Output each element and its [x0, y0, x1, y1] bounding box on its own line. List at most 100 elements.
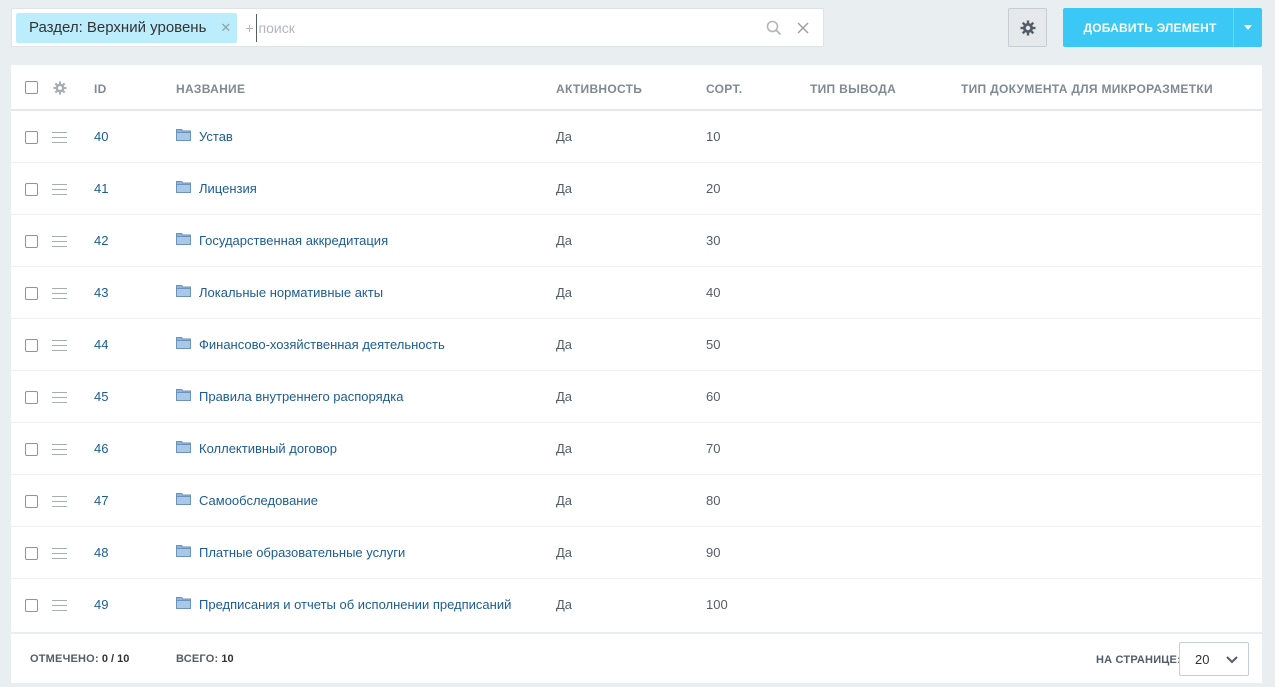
row-name-link[interactable]: Правила внутреннего распорядка	[199, 389, 403, 404]
column-header-output-type[interactable]: ТИП ВЫВОДА	[810, 82, 896, 96]
drag-handle-icon[interactable]	[52, 340, 67, 351]
column-header-doc-type[interactable]: ТИП ДОКУМЕНТА ДЛЯ МИКРОРАЗМЕТКИ	[961, 82, 1213, 96]
selected-count-label: ОТМЕЧЕНО:	[30, 653, 99, 665]
row-id-link[interactable]: 49	[94, 597, 108, 612]
total-count-value: 10	[221, 653, 234, 665]
column-header-name[interactable]: НАЗВАНИЕ	[176, 82, 245, 96]
folder-icon	[176, 441, 191, 453]
settings-button[interactable]	[1008, 8, 1047, 47]
row-id-link[interactable]: 43	[94, 285, 108, 300]
row-checkbox[interactable]	[25, 287, 38, 300]
row-sort-value: 30	[706, 233, 721, 248]
table-row[interactable]: 47 Самообследование Да 80	[11, 475, 1262, 527]
table-row[interactable]: 43 Локальные нормативные акты Да 40	[11, 267, 1262, 319]
table-row[interactable]: 48 Платные образовательные услуги Да 90	[11, 527, 1262, 579]
row-id-link[interactable]: 44	[94, 337, 108, 352]
row-id-link[interactable]: 48	[94, 545, 108, 560]
row-name-link[interactable]: Платные образовательные услуги	[199, 545, 405, 560]
drag-handle-icon[interactable]	[52, 132, 67, 143]
drag-handle-icon[interactable]	[52, 236, 67, 247]
row-name-link[interactable]: Предписания и отчеты об исполнении предп…	[199, 597, 511, 612]
caret-down-icon	[1244, 25, 1252, 30]
folder-icon	[176, 337, 191, 349]
row-name-link[interactable]: Государственная аккредитация	[199, 233, 388, 248]
filter-tag-remove-icon[interactable]: ✕	[220, 20, 231, 36]
folder-icon	[176, 233, 191, 245]
per-page-label: НА СТРАНИЦЕ:	[1096, 654, 1181, 666]
table-row[interactable]: 41 Лицензия Да 20	[11, 163, 1262, 215]
row-name-link[interactable]: Устав	[199, 129, 233, 144]
per-page-select[interactable]: 20	[1179, 642, 1249, 676]
folder-icon	[176, 493, 191, 505]
folder-icon	[176, 545, 191, 557]
row-id-link[interactable]: 41	[94, 181, 108, 196]
grid-footer: ОТМЕЧЕНО: 0 / 10 ВСЕГО: 10 НА СТРАНИЦЕ: …	[11, 634, 1262, 683]
row-active-value: Да	[556, 129, 573, 144]
drag-handle-icon[interactable]	[52, 444, 67, 455]
chevron-down-icon	[1226, 656, 1238, 664]
row-id-link[interactable]: 45	[94, 389, 108, 404]
drag-handle-icon[interactable]	[52, 288, 67, 299]
row-checkbox[interactable]	[25, 547, 38, 560]
table-row[interactable]: 40 Устав Да 10	[11, 111, 1262, 163]
drag-handle-icon[interactable]	[52, 184, 67, 195]
row-sort-value: 80	[706, 493, 721, 508]
filter-tag-section[interactable]: Раздел: Верхний уровень ✕	[16, 12, 238, 43]
row-id-link[interactable]: 47	[94, 493, 108, 508]
clear-search-icon[interactable]	[793, 18, 813, 38]
row-checkbox[interactable]	[25, 235, 38, 248]
row-sort-value: 60	[706, 389, 721, 404]
table-row[interactable]: 45 Правила внутреннего распорядка Да 60	[11, 371, 1262, 423]
row-name-link[interactable]: Коллективный договор	[199, 441, 337, 456]
grid-header: ID НАЗВАНИЕ АКТИВНОСТЬ СОРТ. ТИП ВЫВОДА …	[11, 65, 1262, 111]
column-settings-icon[interactable]	[53, 81, 67, 98]
table-row[interactable]: 46 Коллективный договор Да 70	[11, 423, 1262, 475]
total-count-label: ВСЕГО:	[176, 653, 219, 665]
table-row[interactable]: 44 Финансово-хозяйственная деятельность Да…	[11, 319, 1262, 371]
column-header-sort[interactable]: СОРТ.	[706, 82, 742, 96]
per-page-value: 20	[1195, 651, 1210, 667]
drag-handle-icon[interactable]	[52, 496, 67, 507]
search-input[interactable]	[255, 13, 763, 42]
row-active-value: Да	[556, 441, 573, 456]
row-checkbox[interactable]	[25, 339, 38, 352]
add-element-dropdown[interactable]	[1233, 8, 1262, 47]
row-id-link[interactable]: 46	[94, 441, 108, 456]
select-all-checkbox[interactable]	[25, 81, 38, 94]
selected-count-value: 0 / 10	[101, 653, 130, 665]
table-row[interactable]: 49 Предписания и отчеты об исполнении пре…	[11, 579, 1262, 631]
filter-tag-label: Раздел: Верхний уровень	[29, 19, 207, 36]
search-icon[interactable]	[763, 17, 785, 39]
row-sort-value: 50	[706, 337, 721, 352]
column-header-id[interactable]: ID	[94, 82, 107, 96]
row-active-value: Да	[556, 181, 573, 196]
folder-icon	[176, 597, 191, 609]
row-checkbox[interactable]	[25, 391, 38, 404]
table-row[interactable]: 42 Государственная аккредитация Да 30	[11, 215, 1262, 267]
row-name-link[interactable]: Финансово-хозяйственная деятельность	[199, 337, 445, 352]
filter-add-plus: +	[245, 19, 254, 36]
row-checkbox[interactable]	[25, 183, 38, 196]
drag-handle-icon[interactable]	[52, 548, 67, 559]
row-sort-value: 70	[706, 441, 721, 456]
row-checkbox[interactable]	[25, 495, 38, 508]
row-id-link[interactable]: 40	[94, 129, 108, 144]
drag-handle-icon[interactable]	[52, 600, 67, 611]
row-sort-value: 10	[706, 129, 721, 144]
row-id-link[interactable]: 42	[94, 233, 108, 248]
row-checkbox[interactable]	[25, 443, 38, 456]
column-header-active[interactable]: АКТИВНОСТЬ	[556, 82, 642, 96]
gear-icon	[1020, 20, 1035, 35]
row-name-link[interactable]: Локальные нормативные акты	[199, 285, 383, 300]
row-checkbox[interactable]	[25, 599, 38, 612]
row-checkbox[interactable]	[25, 131, 38, 144]
row-active-value: Да	[556, 337, 573, 352]
row-name-link[interactable]: Лицензия	[199, 181, 257, 196]
row-active-value: Да	[556, 389, 573, 404]
filter-search-bar: Раздел: Верхний уровень ✕ +	[11, 8, 824, 47]
add-element-button[interactable]: ДОБАВИТЬ ЭЛЕМЕНТ	[1063, 8, 1262, 47]
grid-body: 40 Устав Да 10 41 Лицензия Да 20 42 Государственн…	[11, 111, 1262, 631]
row-active-value: Да	[556, 493, 573, 508]
drag-handle-icon[interactable]	[52, 392, 67, 403]
row-name-link[interactable]: Самообследование	[199, 493, 318, 508]
